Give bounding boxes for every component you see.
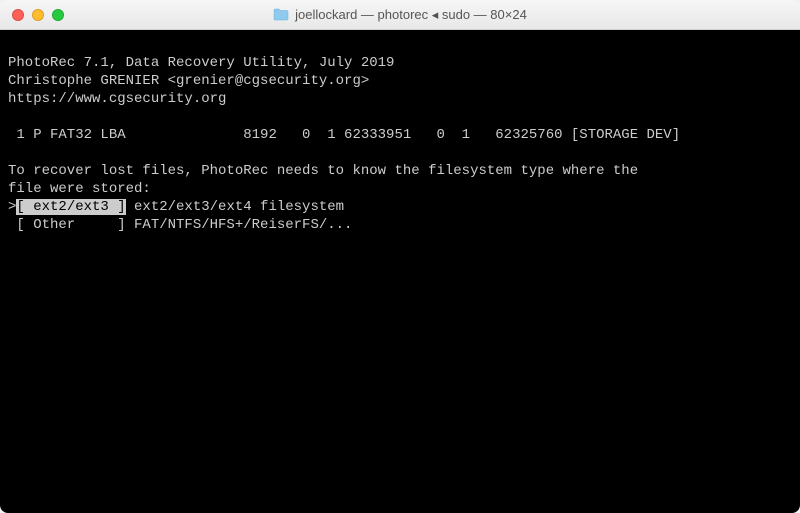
folder-icon: [273, 8, 289, 21]
app-header-line: PhotoRec 7.1, Data Recovery Utility, Jul…: [8, 55, 394, 71]
traffic-lights: [12, 9, 64, 21]
minimize-icon[interactable]: [32, 9, 44, 21]
terminal-body[interactable]: PhotoRec 7.1, Data Recovery Utility, Jul…: [0, 30, 800, 513]
partition-row: 1 P FAT32 LBA 8192 0 1 62333951 0 1 6232…: [8, 127, 680, 143]
prompt-line-1: To recover lost files, PhotoRec needs to…: [8, 163, 638, 179]
maximize-icon[interactable]: [52, 9, 64, 21]
menu-option-other[interactable]: [ Other ] FAT/NTFS/HFS+/ReiserFS/...: [8, 217, 352, 233]
menu-option-ext[interactable]: >[ ext2/ext3 ] ext2/ext3/ext4 filesystem: [8, 199, 344, 215]
prompt-line-2: file were stored:: [8, 181, 151, 197]
option-selected-label: [ ext2/ext3 ]: [16, 199, 125, 215]
terminal-window: joellockard — photorec ◂ sudo — 80×24 Ph…: [0, 0, 800, 513]
window-title: joellockard — photorec ◂ sudo — 80×24: [295, 7, 527, 23]
titlebar: joellockard — photorec ◂ sudo — 80×24: [0, 0, 800, 30]
blank-line: [8, 109, 16, 125]
option-selected-desc: ext2/ext3/ext4 filesystem: [126, 199, 344, 215]
url-line: https://www.cgsecurity.org: [8, 91, 226, 107]
author-line: Christophe GRENIER <grenier@cgsecurity.o…: [8, 73, 369, 89]
close-icon[interactable]: [12, 9, 24, 21]
titlebar-title-area: joellockard — photorec ◂ sudo — 80×24: [10, 7, 790, 23]
blank-line: [8, 145, 16, 161]
